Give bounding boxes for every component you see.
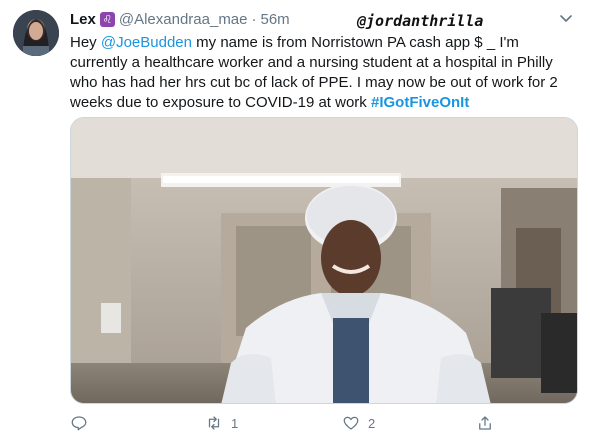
tweet-photo[interactable] [70,117,578,404]
hashtag-link[interactable]: #IGotFiveOnIt [371,94,469,111]
retweet-button[interactable]: 1 [205,414,238,432]
leo-zodiac-icon: ♌ [99,11,115,27]
chevron-down-icon[interactable] [558,10,574,26]
separator-dot: · [251,10,257,28]
author-name[interactable]: Lex [70,11,96,28]
retweet-icon [208,416,220,430]
share-icon [479,416,491,430]
timestamp[interactable]: 56m [261,11,290,28]
like-count: 2 [368,415,376,431]
avatar[interactable] [13,10,59,56]
reply-button[interactable] [70,414,96,432]
tweet-text: Hey @JoeBudden my name is from Norristow… [70,33,576,113]
watermark-text: @jordanthrilla [357,12,484,30]
share-button[interactable] [476,414,502,432]
tweet-text-part: Hey [70,34,101,51]
like-button[interactable]: 2 [342,414,375,432]
tweet-actions: 1 2 [70,414,570,434]
heart-icon [343,416,359,430]
photo-healthcare-worker-in-ppe [71,118,577,403]
mention-link[interactable]: @JoeBudden [101,34,192,51]
avatar-photo [13,10,59,56]
author-handle[interactable]: @Alexandraa_mae [119,11,248,28]
reply-icon [71,416,87,431]
retweet-count: 1 [231,415,239,431]
